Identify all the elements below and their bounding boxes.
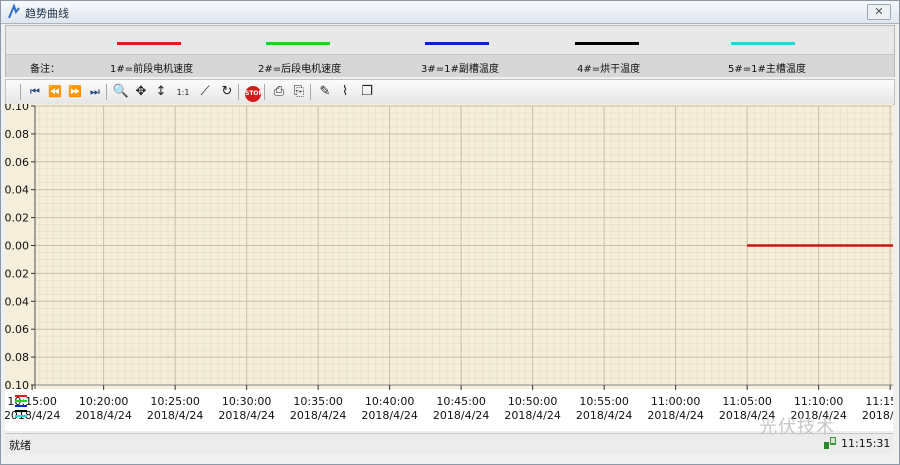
legend-swatch-5 (731, 42, 795, 45)
trend-chart-svg[interactable]: 0.10 0.08 0.06 0.04 0.02 0.00 -0.02 -0.04 -0.06 -… (5, 104, 893, 431)
plot-background (5, 104, 893, 431)
toolbar-separator (106, 84, 107, 100)
stop-button[interactable]: STOP (244, 83, 263, 102)
chart-toolbar: ⏮ ⏪ ⏩ ⏭ 🔍 ✥ ↕ 1:1 ⟋ ↻ STOP ⎙ ⎘ ✎ ⌇ ❐ (5, 79, 895, 105)
legend-labels: 备注： 1#=前段电机速度 2#=后段电机速度 3#=1#副槽温度 4#=烘干温度 5#… (6, 54, 894, 77)
x-tick-time-label: 10:25:00 (150, 395, 199, 408)
copy-button[interactable]: ❐ (358, 83, 376, 101)
x-tick-date-label: 2018/4/24 (5, 409, 60, 422)
legend-swatches (6, 26, 894, 56)
x-tick-time-label: 11:00:00 (651, 395, 700, 408)
forward-icon: ⏩ (68, 85, 82, 98)
curve-icon: ⌇ (341, 84, 349, 99)
status-time: 11:15:31 (841, 437, 891, 450)
x-tick-time-label: 10:15:00 (7, 395, 56, 408)
y-tick-label: 0.00 (5, 240, 29, 253)
y-tick-label: 0.10 (5, 104, 29, 113)
rewind-button[interactable]: ⏪ (46, 83, 64, 101)
rewind-icon: ⏪ (48, 85, 62, 98)
last-button[interactable]: ⏭ (86, 83, 104, 101)
trend-icon: ⟋ (200, 84, 210, 99)
toolbar-separator (264, 84, 265, 100)
series-settings-icon: ✎ (319, 84, 331, 99)
printer-icon: ⎙ (273, 84, 285, 99)
settings-button[interactable]: ✎ (316, 83, 334, 101)
one-to-one-icon: 1:1 (176, 88, 190, 97)
legend-swatch-3 (425, 42, 489, 45)
print-button[interactable]: ⎙ (270, 83, 288, 101)
y-tick-label: -0.06 (5, 323, 29, 336)
first-button[interactable]: ⏮ (26, 83, 44, 101)
reset-scale-button[interactable]: 1:1 (174, 83, 192, 101)
first-icon: ⏮ (30, 85, 40, 98)
export-button[interactable]: ⎘ (290, 83, 308, 101)
x-tick-time-label: 11:10:00 (794, 395, 843, 408)
vertical-scale-button[interactable]: ↕ (152, 83, 170, 101)
status-text: 就绪 (9, 439, 31, 452)
x-tick-time-label: 10:40:00 (365, 395, 414, 408)
legend-swatch-2 (266, 42, 330, 45)
trend-button[interactable]: ⟋ (196, 83, 214, 101)
legend-label-5: 5#=1#主槽温度 (728, 64, 806, 75)
x-tick-time-label: 10:20:00 (79, 395, 128, 408)
y-tick-label: -0.04 (5, 295, 29, 308)
note-label: 备注： (30, 64, 60, 75)
y-tick-label: -0.02 (5, 267, 29, 280)
refresh-icon: ↻ (221, 84, 233, 99)
curve-button[interactable]: ⌇ (336, 83, 354, 101)
copy-icon: ❐ (361, 84, 373, 99)
forward-button[interactable]: ⏩ (66, 83, 84, 101)
y-tick-label: 0.02 (5, 212, 29, 225)
trend-chart[interactable]: 0.10 0.08 0.06 0.04 0.02 0.00 -0.02 -0.04 -0.06 -… (5, 104, 893, 431)
x-tick-time-label: 10:35:00 (293, 395, 342, 408)
chart-export-icon: ⎘ (293, 84, 305, 99)
window-title: 趋势曲线 (25, 7, 69, 20)
x-tick-date-label: 2018/4/24 (218, 409, 274, 422)
trend-window: 趋势曲线 ✕ 备注： 1#=前段电机速度 2#=后段电机速度 3#=1#副槽温度 4#… (0, 0, 900, 465)
legend-label-1: 1#=前段电机速度 (110, 64, 194, 75)
x-tick-date-label: 2018/4/24 (576, 409, 632, 422)
legend-label-2: 2#=后段电机速度 (258, 64, 342, 75)
close-button[interactable]: ✕ (867, 4, 891, 20)
legend-swatch-4 (575, 42, 639, 45)
y-tick-label: 0.08 (5, 128, 29, 141)
x-tick-date-label: 2018/4/24 (75, 409, 131, 422)
pan-button[interactable]: ✥ (132, 83, 150, 101)
x-tick-time-label: 10:55:00 (579, 395, 628, 408)
x-tick-date-label: 2018/4/24 (647, 409, 703, 422)
trend-app-icon (8, 4, 20, 19)
magnifier-icon: 🔍 (112, 84, 130, 99)
y-tick-label: 0.06 (5, 156, 29, 169)
vertical-scale-icon: ↕ (155, 84, 167, 99)
x-tick-date-label: 2018/4/24 (433, 409, 489, 422)
x-tick-date-label: 2018/4/24 (504, 409, 560, 422)
last-icon: ⏭ (90, 85, 100, 98)
legend-label-4: 4#=烘干温度 (577, 64, 641, 75)
x-tick-date-label: 2018/4/24 (862, 409, 893, 422)
toolbar-separator (20, 84, 21, 100)
legend-label-3: 3#=1#副槽温度 (421, 64, 499, 75)
x-tick-date-label: 2018/4/24 (361, 409, 417, 422)
x-tick-date-label: 2018/4/24 (290, 409, 346, 422)
x-tick-time-label: 10:30:00 (222, 395, 271, 408)
legend-panel: 备注： 1#=前段电机速度 2#=后段电机速度 3#=1#副槽温度 4#=烘干温度 5#… (5, 25, 895, 77)
x-tick-time-label: 11:05:00 (722, 395, 771, 408)
toolbar-separator (238, 84, 239, 100)
y-tick-label: -0.08 (5, 351, 29, 364)
zoom-button[interactable]: 🔍 (112, 83, 130, 101)
toolbar-separator (310, 84, 311, 100)
x-tick-time-label: 11:15:00 (865, 395, 893, 408)
y-tick-label: 0.04 (5, 184, 29, 197)
x-tick-time-label: 10:45:00 (436, 395, 485, 408)
x-tick-date-label: 2018/4/24 (147, 409, 203, 422)
move-icon: ✥ (135, 84, 147, 99)
x-tick-time-label: 10:50:00 (508, 395, 557, 408)
refresh-button[interactable]: ↻ (218, 83, 236, 101)
legend-swatch-1 (117, 42, 181, 45)
title-bar[interactable]: 趋势曲线 ✕ (1, 1, 899, 24)
stop-icon: STOP (245, 86, 263, 102)
watermark-text: 光伏技术 (759, 417, 835, 438)
